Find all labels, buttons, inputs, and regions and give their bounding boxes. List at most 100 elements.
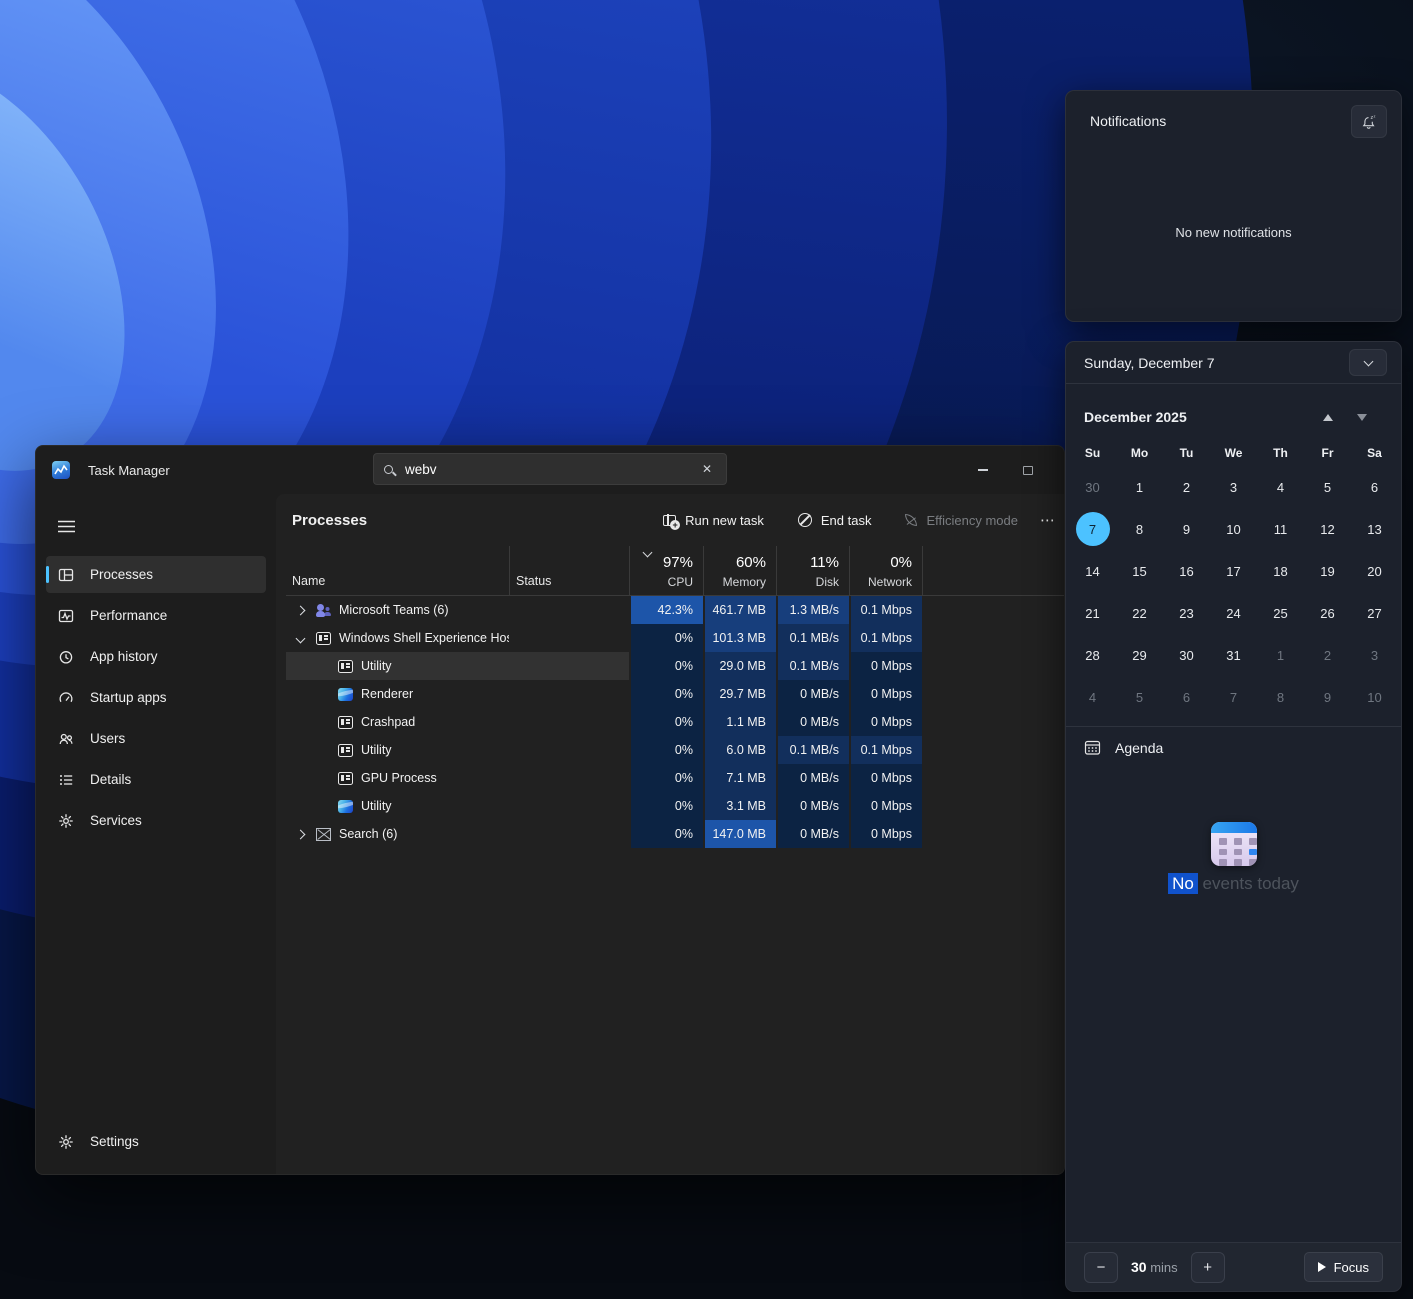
process-name-cell: Utility [286, 792, 509, 820]
more-options-button[interactable]: ⋯ [1038, 507, 1058, 533]
column-header-filler [922, 546, 1064, 595]
calendar-day[interactable]: 4 [1257, 466, 1304, 508]
calendar-day[interactable]: 5 [1116, 676, 1163, 718]
column-header-status[interactable]: Status [509, 546, 629, 595]
calendar-day[interactable]: 10 [1351, 676, 1398, 718]
chevron-down-icon[interactable] [292, 635, 308, 642]
calendar-day[interactable]: 29 [1116, 634, 1163, 676]
column-header-cpu[interactable]: 97% CPU [629, 546, 703, 595]
table-row[interactable]: Search (6)0%147.0 MB0 MB/s0 Mbps [286, 820, 1064, 848]
calendar-day[interactable]: 1 [1116, 466, 1163, 508]
chevron-right-icon[interactable] [292, 831, 308, 838]
sidebar-item-details[interactable]: Details [46, 761, 266, 798]
sidebar-item-users[interactable]: Users [46, 720, 266, 757]
calendar-day-selected[interactable]: 7 [1069, 508, 1116, 550]
calendar-day[interactable]: 8 [1116, 508, 1163, 550]
chevron-down-icon [1363, 356, 1373, 366]
calendar-day[interactable]: 26 [1304, 592, 1351, 634]
sidebar-item-settings[interactable]: Settings [46, 1123, 266, 1160]
next-month-button[interactable] [1345, 404, 1379, 430]
maximize-button[interactable] [1005, 446, 1051, 494]
table-row[interactable]: Renderer0%29.7 MB0 MB/s0 Mbps [286, 680, 1064, 708]
sidebar-item-services[interactable]: Services [46, 802, 266, 839]
table-row[interactable]: Utility0%29.0 MB0.1 MB/s0 Mbps [286, 652, 1064, 680]
day-number: 21 [1076, 596, 1110, 630]
cpu-label: CPU [668, 575, 693, 589]
column-header-name[interactable]: Name [286, 546, 509, 595]
table-row[interactable]: Crashpad0%1.1 MB0 MB/s0 Mbps [286, 708, 1064, 736]
titlebar[interactable]: Task Manager ✕ [36, 446, 1064, 494]
calendar-day[interactable]: 7 [1210, 676, 1257, 718]
calendar-day[interactable]: 15 [1116, 550, 1163, 592]
calendar-day[interactable]: 21 [1069, 592, 1116, 634]
calendar-day[interactable]: 23 [1163, 592, 1210, 634]
sidebar-item-performance[interactable]: Performance [46, 597, 266, 634]
minimize-button[interactable] [960, 446, 1006, 494]
calendar-day[interactable]: 8 [1257, 676, 1304, 718]
column-header-network[interactable]: 0% Network [849, 546, 922, 595]
calendar-day[interactable]: 27 [1351, 592, 1398, 634]
sidebar-item-label: Settings [90, 1134, 139, 1149]
table-row[interactable]: Utility0%6.0 MB0.1 MB/s0.1 Mbps [286, 736, 1064, 764]
focus-button[interactable]: Focus [1304, 1252, 1383, 1282]
process-name: Renderer [361, 687, 413, 701]
table-row[interactable]: GPU Process0%7.1 MB0 MB/s0 Mbps [286, 764, 1064, 792]
decrease-duration-button[interactable]: − [1084, 1252, 1118, 1283]
calendar-day[interactable]: 22 [1116, 592, 1163, 634]
calendar-day[interactable]: 6 [1351, 466, 1398, 508]
calendar-day[interactable]: 31 [1210, 634, 1257, 676]
increase-duration-button[interactable]: + [1191, 1252, 1225, 1283]
do-not-disturb-button[interactable]: z z [1351, 105, 1387, 138]
calendar-day[interactable]: 3 [1210, 466, 1257, 508]
search-clear-button[interactable]: ✕ [698, 460, 716, 478]
calendar-day[interactable]: 4 [1069, 676, 1116, 718]
end-task-button[interactable]: End task [788, 507, 882, 534]
sidebar-item-label: Performance [90, 608, 167, 623]
calendar-day[interactable]: 1 [1257, 634, 1304, 676]
efficiency-mode-button[interactable]: Efficiency mode [895, 507, 1028, 534]
calendar-day[interactable]: 17 [1210, 550, 1257, 592]
calendar-day[interactable]: 14 [1069, 550, 1116, 592]
calendar-day[interactable]: 2 [1304, 634, 1351, 676]
calendar-day[interactable]: 2 [1163, 466, 1210, 508]
calendar-day[interactable]: 24 [1210, 592, 1257, 634]
calendar-day[interactable]: 19 [1304, 550, 1351, 592]
sidebar-item-startup-apps[interactable]: Startup apps [46, 679, 266, 716]
menu-button[interactable] [48, 508, 84, 544]
calendar-day[interactable]: 30 [1069, 466, 1116, 508]
calendar-day[interactable]: 25 [1257, 592, 1304, 634]
process-name: Search (6) [339, 827, 397, 841]
sidebar-item-app-history[interactable]: App history [46, 638, 266, 675]
calendar-day[interactable]: 5 [1304, 466, 1351, 508]
focus-button-label: Focus [1334, 1260, 1369, 1275]
sidebar-item-processes[interactable]: Processes [46, 556, 266, 593]
collapse-calendar-button[interactable] [1349, 349, 1387, 376]
calendar-day[interactable]: 20 [1351, 550, 1398, 592]
calendar-day[interactable]: 9 [1304, 676, 1351, 718]
calendar-day[interactable]: 16 [1163, 550, 1210, 592]
run-new-task-button[interactable]: Run new task [653, 507, 774, 534]
column-header-disk[interactable]: 11% Disk [776, 546, 849, 595]
calendar-day[interactable]: 6 [1163, 676, 1210, 718]
search-input[interactable] [403, 461, 688, 478]
table-row[interactable]: Utility0%3.1 MB0 MB/s0 Mbps [286, 792, 1064, 820]
calendar-day[interactable]: 11 [1257, 508, 1304, 550]
column-header-memory[interactable]: 60% Memory [703, 546, 776, 595]
calendar-day[interactable]: 9 [1163, 508, 1210, 550]
chevron-right-icon[interactable] [292, 607, 308, 614]
calendar-day[interactable]: 13 [1351, 508, 1398, 550]
previous-month-button[interactable] [1311, 404, 1345, 430]
calendar-day[interactable]: 12 [1304, 508, 1351, 550]
calendar-day[interactable]: 10 [1210, 508, 1257, 550]
calendar-day[interactable]: 3 [1351, 634, 1398, 676]
calendar-day[interactable]: 28 [1069, 634, 1116, 676]
hamburger-icon [58, 520, 75, 533]
search-box[interactable]: ✕ [373, 453, 727, 485]
calendar-day[interactable]: 30 [1163, 634, 1210, 676]
calendar-day[interactable]: 18 [1257, 550, 1304, 592]
table-row[interactable]: Windows Shell Experience Hos...0%101.3 M… [286, 624, 1064, 652]
sidebar-item-label: Processes [90, 567, 153, 582]
search-icon [384, 465, 393, 474]
table-row[interactable]: Microsoft Teams (6)42.3%461.7 MB1.3 MB/s… [286, 596, 1064, 624]
day-number: 8 [1123, 512, 1157, 546]
